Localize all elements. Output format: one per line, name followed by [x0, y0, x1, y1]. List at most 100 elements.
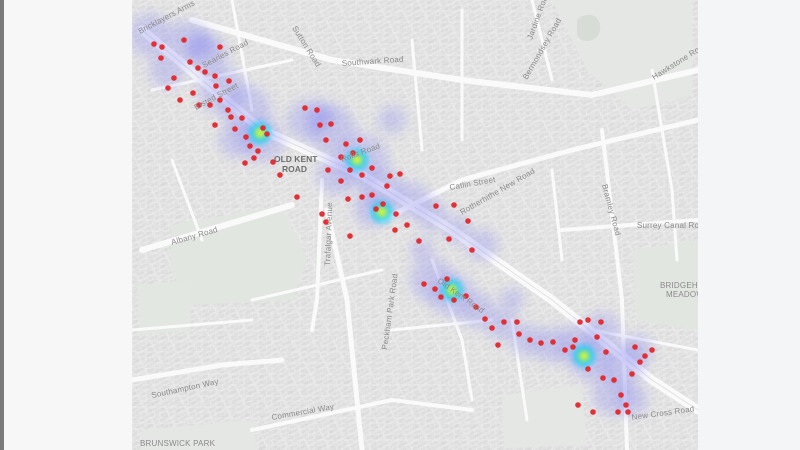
- incident-point: [625, 409, 631, 415]
- incident-point: [242, 160, 248, 166]
- incident-point: [243, 134, 249, 140]
- incident-point: [317, 122, 323, 128]
- incident-point: [181, 37, 187, 43]
- heat-cloud: [621, 334, 653, 366]
- incident-point: [380, 201, 386, 207]
- incident-point: [600, 375, 606, 381]
- incident-point: [397, 171, 403, 177]
- incident-point: [392, 227, 398, 233]
- incident-point: [195, 65, 201, 71]
- incident-point: [384, 183, 390, 189]
- incident-point: [239, 115, 245, 121]
- incident-point: [501, 319, 507, 325]
- heat-cloud: [378, 106, 406, 134]
- incident-point: [373, 206, 379, 212]
- incident-point: [572, 337, 578, 343]
- incident-point: [438, 294, 444, 300]
- incident-point: [649, 347, 655, 353]
- incident-point: [489, 325, 495, 331]
- incident-point: [302, 105, 308, 111]
- incident-point: [642, 353, 648, 359]
- incident-point: [416, 238, 422, 244]
- street-label: Surrey Canal Road: [637, 221, 698, 230]
- map-viewport[interactable]: Bricklayers Arms Elsted Street Searles R…: [132, 0, 698, 450]
- incident-point: [562, 347, 568, 353]
- incident-point: [446, 236, 452, 242]
- incident-point: [359, 194, 365, 200]
- incident-point: [615, 409, 621, 415]
- incident-point: [469, 247, 475, 253]
- incident-point: [343, 141, 349, 147]
- incident-point: [171, 75, 177, 81]
- incident-point: [575, 402, 581, 408]
- incident-point: [570, 344, 576, 350]
- incident-point: [359, 172, 365, 178]
- incident-point: [585, 366, 591, 372]
- area-label-old-kent-road: OLD KENT: [274, 154, 318, 164]
- area-label-bridgehouse: BRIDGEHOUSE: [660, 281, 698, 290]
- incident-point: [228, 114, 234, 120]
- incident-point: [232, 126, 238, 132]
- incident-point: [202, 69, 208, 75]
- incident-point: [347, 167, 353, 173]
- map-canvas[interactable]: Bricklayers Arms Elsted Street Searles R…: [132, 0, 698, 450]
- heat-cloud: [466, 229, 498, 261]
- incident-point: [611, 377, 617, 383]
- incident-point: [393, 211, 399, 217]
- incident-point: [347, 233, 353, 239]
- incident-point: [577, 319, 583, 325]
- incident-point: [159, 44, 165, 50]
- incident-point: [325, 167, 331, 173]
- heat-cloud: [416, 199, 448, 231]
- incident-point: [328, 121, 334, 127]
- incident-point: [637, 359, 643, 365]
- incident-point: [212, 122, 218, 128]
- incident-point: [594, 334, 600, 340]
- incident-point: [338, 178, 344, 184]
- incident-point: [151, 41, 157, 47]
- incident-point: [618, 392, 624, 398]
- incident-point: [158, 55, 164, 61]
- incident-point: [187, 59, 193, 65]
- page-margin-left: [4, 0, 132, 450]
- incident-point: [495, 342, 501, 348]
- heat-cloud: [149, 52, 185, 88]
- heat-cloud: [584, 312, 620, 348]
- heat-cloud: [500, 288, 524, 312]
- incident-point: [314, 107, 320, 113]
- incident-point: [255, 148, 261, 154]
- incident-point: [432, 286, 438, 292]
- incident-point: [632, 344, 638, 350]
- area-label-brunswick-park: BRUNSWICK PARK: [140, 439, 216, 448]
- incident-point: [345, 196, 351, 202]
- incident-point: [603, 349, 609, 355]
- incident-point: [264, 131, 270, 137]
- incident-point: [590, 409, 596, 415]
- incident-point: [451, 297, 457, 303]
- incident-point: [433, 203, 439, 209]
- incident-point: [217, 44, 223, 50]
- incident-point: [177, 97, 183, 103]
- incident-point: [357, 137, 363, 143]
- incident-point: [212, 73, 218, 79]
- screenshot-stage: Bricklayers Arms Elsted Street Searles R…: [0, 0, 800, 450]
- heat-hotspot-core: [579, 351, 589, 361]
- incident-point: [225, 107, 231, 113]
- incident-point: [465, 218, 471, 224]
- incident-point: [190, 90, 196, 96]
- incident-point: [629, 371, 635, 377]
- incident-point: [516, 331, 522, 337]
- incident-point: [387, 173, 393, 179]
- heat-cloud: [188, 31, 216, 59]
- heat-cloud: [410, 238, 434, 262]
- incident-point: [585, 317, 591, 323]
- area-label-old-kent-road: ROAD: [282, 164, 307, 174]
- incident-point: [482, 316, 488, 322]
- incident-point: [251, 155, 257, 161]
- incident-point: [369, 192, 375, 198]
- incident-point: [514, 319, 520, 325]
- incident-point: [165, 85, 171, 91]
- incident-point: [421, 281, 427, 287]
- incident-point: [623, 402, 629, 408]
- incident-point: [369, 165, 375, 171]
